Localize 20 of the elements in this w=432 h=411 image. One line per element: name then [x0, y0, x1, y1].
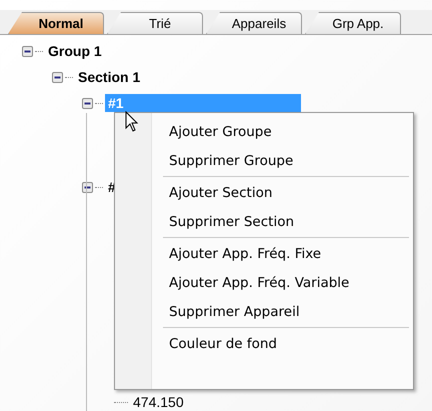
tab[interactable]: Appareils	[206, 12, 302, 34]
tab[interactable]: Normal	[8, 12, 104, 34]
tree-item[interactable]: Section 1	[75, 68, 144, 86]
cursor-icon	[125, 111, 139, 133]
tab[interactable]: Grp App.	[305, 12, 401, 34]
tree-item[interactable]: 474.150	[130, 393, 187, 411]
menu-item[interactable]: Ajouter Groupe	[115, 117, 409, 146]
collapse-icon[interactable]	[82, 98, 93, 108]
tree-item[interactable]: Group 1	[45, 42, 105, 60]
collapse-icon[interactable]	[82, 182, 93, 192]
collapse-icon[interactable]	[22, 46, 33, 56]
tab[interactable]: Trié	[107, 12, 203, 34]
menu-item[interactable]: Supprimer Groupe	[115, 146, 409, 175]
menu-item[interactable]: Supprimer Appareil	[115, 297, 409, 326]
menu-item[interactable]: Ajouter App. Fréq. Fixe	[115, 239, 409, 268]
menu-item[interactable]: Ajouter App. Fréq. Variable	[115, 268, 409, 297]
menu-item[interactable]: Supprimer Section	[115, 207, 409, 236]
collapse-icon[interactable]	[52, 72, 63, 82]
menu-item[interactable]: Ajouter Section	[115, 178, 409, 207]
menu-item[interactable]: Couleur de fond	[115, 329, 409, 358]
